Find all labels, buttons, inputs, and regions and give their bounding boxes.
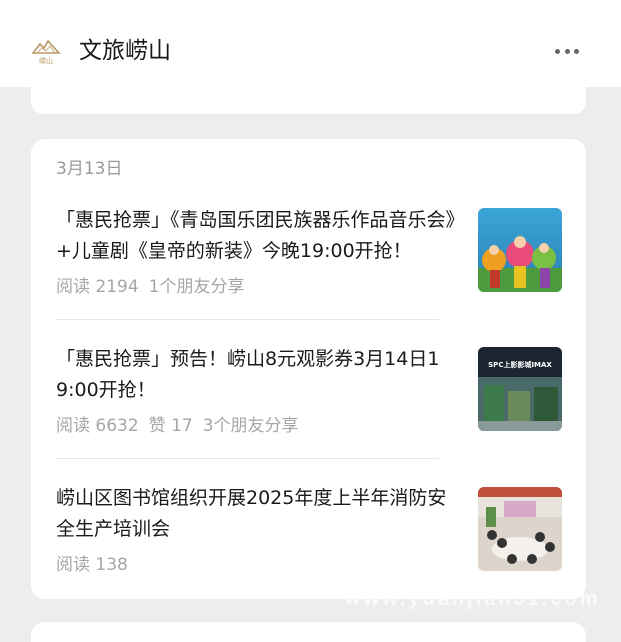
article-item[interactable]: 「惠民抢票」《青岛国乐团民族器乐作品音乐会》+儿童剧《皇帝的新装》今晚19:00… — [56, 205, 562, 297]
divider — [56, 458, 439, 459]
friend-share: 1个朋友分享 — [148, 277, 245, 297]
divider — [56, 319, 439, 320]
article-meta: 阅读 2194 1个朋友分享 — [56, 275, 255, 299]
more-dots-icon[interactable] — [552, 41, 582, 61]
article-thumbnail[interactable] — [478, 208, 562, 292]
previous-card-bottom — [31, 70, 586, 114]
account-logo[interactable]: 崂山 — [31, 38, 61, 66]
site-watermark: www.yuanjian51.com — [345, 588, 601, 610]
read-count: 阅读 6632 — [56, 416, 139, 436]
dot — [555, 48, 560, 54]
friend-share: 3个朋友分享 — [202, 416, 299, 436]
next-card-top — [31, 622, 586, 642]
article-title[interactable]: 「惠民抢票」《青岛国乐团民族器乐作品音乐会》+儿童剧《皇帝的新装》今晚19:00… — [56, 205, 456, 267]
svg-text:崂山: 崂山 — [39, 56, 53, 65]
article-title[interactable]: 崂山区图书馆组织开展2025年度上半年消防安全生产培训会 — [56, 483, 456, 545]
read-count: 阅读 2194 — [56, 277, 139, 297]
article-thumbnail[interactable]: SPC上影影城IMAX — [478, 347, 562, 431]
article-item[interactable]: 「惠民抢票」预告！崂山8元观影券3月14日19:00开抢！ 阅读 6632 赞 1… — [56, 344, 562, 436]
publish-date: 3月13日 — [56, 159, 123, 179]
article-group-card: 3月13日 「惠民抢票」《青岛国乐团民族器乐作品音乐会》+儿童剧《皇帝的新装》今… — [31, 139, 586, 599]
read-count: 阅读 138 — [56, 555, 128, 575]
dot — [574, 48, 579, 54]
article-thumbnail[interactable] — [478, 487, 562, 571]
article-title[interactable]: 「惠民抢票」预告！崂山8元观影券3月14日19:00开抢！ — [56, 344, 456, 406]
article-meta: 阅读 6632 赞 17 3个朋友分享 — [56, 414, 309, 438]
like-count: 赞 17 — [148, 416, 193, 436]
svg-text:SPC上影影城IMAX: SPC上影影城IMAX — [488, 360, 552, 369]
dot — [564, 48, 570, 54]
account-name[interactable]: 文旅崂山 — [79, 34, 171, 68]
article-meta: 阅读 138 — [56, 553, 138, 577]
article-item[interactable]: 崂山区图书馆组织开展2025年度上半年消防安全生产培训会 阅读 138 — [56, 483, 562, 575]
